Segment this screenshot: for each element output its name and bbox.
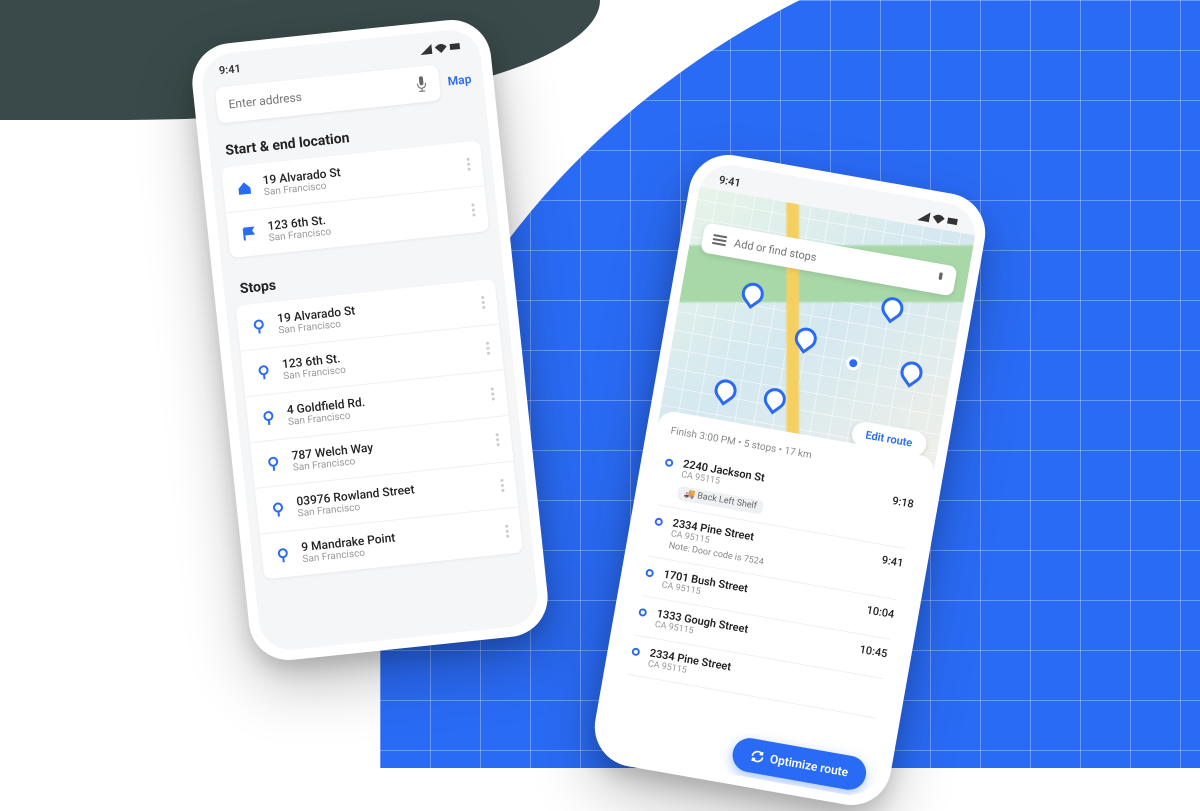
more-icon[interactable] [505,525,509,538]
optimize-route-button[interactable]: Optimize route [730,735,869,792]
more-icon[interactable] [491,387,495,400]
mic-icon[interactable] [934,271,946,287]
battery-icon [947,215,961,227]
signal-icon [419,43,432,54]
map-pin[interactable] [737,278,768,309]
refresh-icon [749,748,765,764]
pin-icon [254,362,274,382]
route-time: 10:04 [866,603,896,621]
route-dot-icon [645,568,654,577]
status-icons [917,210,960,227]
status-time: 9:41 [718,173,742,190]
home-icon [235,178,255,198]
route-dot-icon [638,608,647,617]
signal-icon [917,210,931,222]
more-icon[interactable] [495,433,499,446]
wifi-icon [932,212,946,224]
more-icon[interactable] [471,203,475,216]
menu-icon[interactable] [712,234,728,246]
map-pin[interactable] [759,384,790,415]
optimize-label: Optimize route [769,752,849,780]
route-time: 10:45 [859,643,889,661]
route-time: 9:41 [881,553,905,570]
route-time: 9:18 [891,494,915,511]
route-dot-icon [631,647,640,656]
pin-icon [249,316,269,336]
map-pin[interactable] [896,357,927,388]
flag-icon [239,224,259,244]
more-icon[interactable] [481,296,485,309]
pin-icon [273,545,293,565]
current-location-dot [845,355,861,371]
map-search-bar[interactable] [700,222,957,296]
status-icons [419,40,462,54]
battery-icon [449,40,462,51]
map-pin[interactable] [710,375,741,406]
route-dot-icon [654,517,663,526]
pin-icon [259,408,279,428]
map-pin[interactable] [790,323,821,354]
map-pin[interactable] [877,293,908,324]
map-search-input[interactable] [733,236,928,283]
map-link[interactable]: Map [447,72,472,88]
wifi-icon [434,42,447,53]
status-time: 9:41 [218,62,241,77]
more-icon[interactable] [500,479,504,492]
route-dot-icon [665,458,674,467]
phone-stops-list: 9:41 Map Start & end location 19 Alvarad [188,16,551,664]
route-sheet[interactable]: Finish 3:00 PM • 5 stops • 17 km 2240 Ja… [600,409,936,799]
search-input[interactable] [228,79,409,112]
more-icon[interactable] [466,158,470,171]
pin-icon [268,499,288,519]
mic-icon[interactable] [415,76,429,93]
pin-icon [263,453,283,473]
more-icon[interactable] [486,342,490,355]
